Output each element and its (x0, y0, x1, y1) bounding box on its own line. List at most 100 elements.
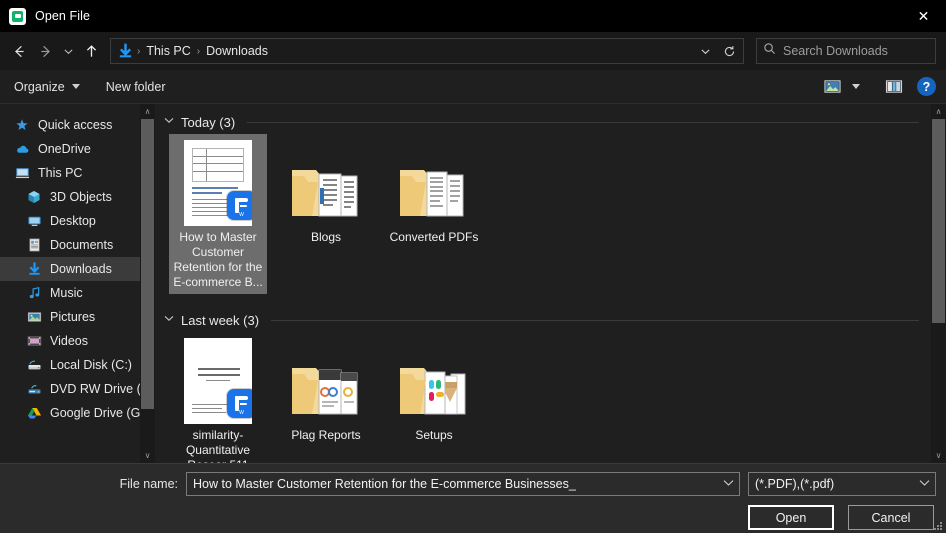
group-divider (247, 121, 919, 123)
monitor-icon (14, 165, 30, 181)
view-mode-icon[interactable] (818, 74, 846, 100)
folder-icon (397, 140, 471, 226)
sidebar-item-onedrive[interactable]: OneDrive (0, 137, 140, 161)
file-name-label-text: File name: (119, 477, 178, 491)
file-scroll-thumb[interactable] (932, 119, 945, 323)
window-title: Open File (35, 9, 91, 23)
address-chevron-down-icon[interactable] (693, 39, 717, 63)
chevron-down-icon[interactable] (719, 479, 737, 490)
app-icon (9, 7, 26, 25)
sidebar-item-desktop[interactable]: Desktop (0, 209, 140, 233)
sidebar-item-documents[interactable]: Documents (0, 233, 140, 257)
pdfelement-badge-icon: W (227, 389, 252, 418)
sidebar-scrollbar[interactable]: ∧ ∨ (140, 104, 155, 463)
folder-name-label: Converted PDFs (389, 230, 479, 244)
address-bar[interactable]: › This PC › Downloads (110, 38, 744, 64)
file-name-label: How to Master Customer Retention for the… (173, 230, 263, 289)
up-button[interactable] (78, 38, 104, 64)
close-icon[interactable]: ✕ (901, 0, 946, 32)
breadcrumb-this-pc[interactable]: This PC (141, 44, 195, 58)
folder-tile-setups[interactable]: Setups (385, 332, 483, 463)
dialog-body: Quick access OneDrive This PC 3D Objects (0, 104, 946, 463)
sidebar-item-google-drive[interactable]: Google Drive (G: (0, 401, 140, 425)
search-icon (763, 42, 776, 60)
sidebar-label: Google Drive (G: (50, 406, 140, 420)
file-type-filter-value: (*.PDF),(*.pdf) (755, 477, 835, 491)
file-type-filter-select[interactable]: (*.PDF),(*.pdf) (748, 472, 936, 496)
sidebar-item-videos[interactable]: Videos (0, 329, 140, 353)
file-name-value: How to Master Customer Retention for the… (193, 477, 576, 491)
folder-tile-plag-reports[interactable]: Plag Reports (277, 332, 375, 463)
dvd-drive-icon (26, 381, 42, 397)
sidebar-item-dvd-rw-drive[interactable]: DVD RW Drive (D (0, 377, 140, 401)
sidebar-scroll-track[interactable] (140, 119, 155, 448)
sidebar-item-downloads[interactable]: Downloads (0, 257, 140, 281)
file-pane-scrollbar[interactable]: ∧ ∨ (931, 104, 946, 463)
group-label: Today (3) (181, 114, 236, 130)
sidebar-label: Pictures (50, 310, 96, 324)
open-button[interactable]: Open (748, 505, 834, 530)
file-scroll-track[interactable] (931, 119, 946, 448)
command-bar: Organize New folder ? (0, 70, 946, 104)
sidebar-label: DVD RW Drive (D (50, 382, 140, 396)
sidebar-label: This PC (38, 166, 83, 180)
file-list-pane[interactable]: Today (3) W How to Master Customer Reten… (155, 104, 931, 463)
chevron-down-icon[interactable] (915, 479, 933, 490)
search-input[interactable]: Search Downloads (756, 38, 936, 64)
file-name-label: similarity-Quantitative Resear 511 (185, 428, 251, 463)
sidebar-item-local-disk-c[interactable]: Local Disk (C:) (0, 353, 140, 377)
cube-icon (26, 189, 42, 205)
file-tile-similarity-report[interactable]: W similarity-Quantitative Resear 511 (169, 332, 267, 463)
sidebar-label: Documents (50, 238, 114, 252)
documents-icon (26, 237, 42, 253)
folder-tile-blogs[interactable]: Blogs (277, 134, 375, 294)
navigation-sidebar: Quick access OneDrive This PC 3D Objects (0, 104, 140, 463)
dialog-buttons: Open Cancel (0, 496, 946, 530)
group-header-last-week[interactable]: Last week (3) (163, 308, 931, 332)
folder-tile-converted-pdfs[interactable]: Converted PDFs (385, 134, 483, 294)
back-button[interactable] (6, 38, 32, 64)
sidebar-label: Local Disk (C:) (50, 358, 132, 372)
group-header-today[interactable]: Today (3) (163, 110, 931, 134)
folder-name-label: Plag Reports (291, 428, 361, 442)
sidebar-label: Music (50, 286, 83, 300)
new-folder-label: New folder (105, 79, 166, 94)
organize-label: Organize (14, 79, 65, 94)
scroll-up-icon[interactable]: ∧ (140, 104, 155, 119)
sidebar-item-music[interactable]: Music (0, 281, 140, 305)
recent-locations-chevron-down-icon[interactable] (58, 38, 78, 64)
sidebar-item-this-pc[interactable]: This PC (0, 161, 140, 185)
organize-button[interactable]: Organize (14, 80, 80, 94)
forward-button[interactable] (32, 38, 58, 64)
collapse-chevron-icon[interactable] (163, 315, 175, 325)
document-thumbnail: W (184, 140, 252, 226)
sidebar-label: Videos (50, 334, 88, 348)
file-name-input[interactable]: How to Master Customer Retention for the… (186, 472, 740, 496)
tile-row-last-week: W similarity-Quantitative Resear 511 (163, 332, 931, 463)
cancel-button[interactable]: Cancel (848, 505, 934, 530)
sidebar-item-pictures[interactable]: Pictures (0, 305, 140, 329)
downloads-icon (26, 261, 42, 277)
refresh-icon[interactable] (717, 39, 741, 63)
tile-row-today: W How to Master Customer Retention for t… (163, 134, 931, 294)
new-folder-button[interactable]: New folder (106, 80, 166, 94)
scroll-down-icon[interactable]: ∨ (931, 448, 946, 463)
view-mode-chevron-down-icon[interactable] (846, 74, 866, 100)
scroll-down-icon[interactable]: ∨ (140, 448, 155, 463)
google-drive-icon (26, 405, 42, 421)
preview-pane-icon[interactable] (880, 74, 908, 100)
sidebar-scroll-thumb[interactable] (141, 119, 154, 409)
navigation-bar: › This PC › Downloads Search Downloads (0, 32, 946, 70)
file-tile-document[interactable]: W How to Master Customer Retention for t… (169, 134, 267, 294)
sidebar-item-quick-access[interactable]: Quick access (0, 113, 140, 137)
sidebar-label: Desktop (50, 214, 96, 228)
collapse-chevron-icon[interactable] (163, 117, 175, 127)
resize-grip[interactable] (933, 521, 943, 531)
scroll-up-icon[interactable]: ∧ (931, 104, 946, 119)
breadcrumb-downloads[interactable]: Downloads (201, 44, 273, 58)
downloads-arrow-icon (117, 43, 134, 60)
desktop-icon (26, 213, 42, 229)
help-icon[interactable]: ? (917, 77, 936, 96)
sidebar-item-3d-objects[interactable]: 3D Objects (0, 185, 140, 209)
file-name-row: File name: How to Master Customer Retent… (0, 464, 946, 496)
